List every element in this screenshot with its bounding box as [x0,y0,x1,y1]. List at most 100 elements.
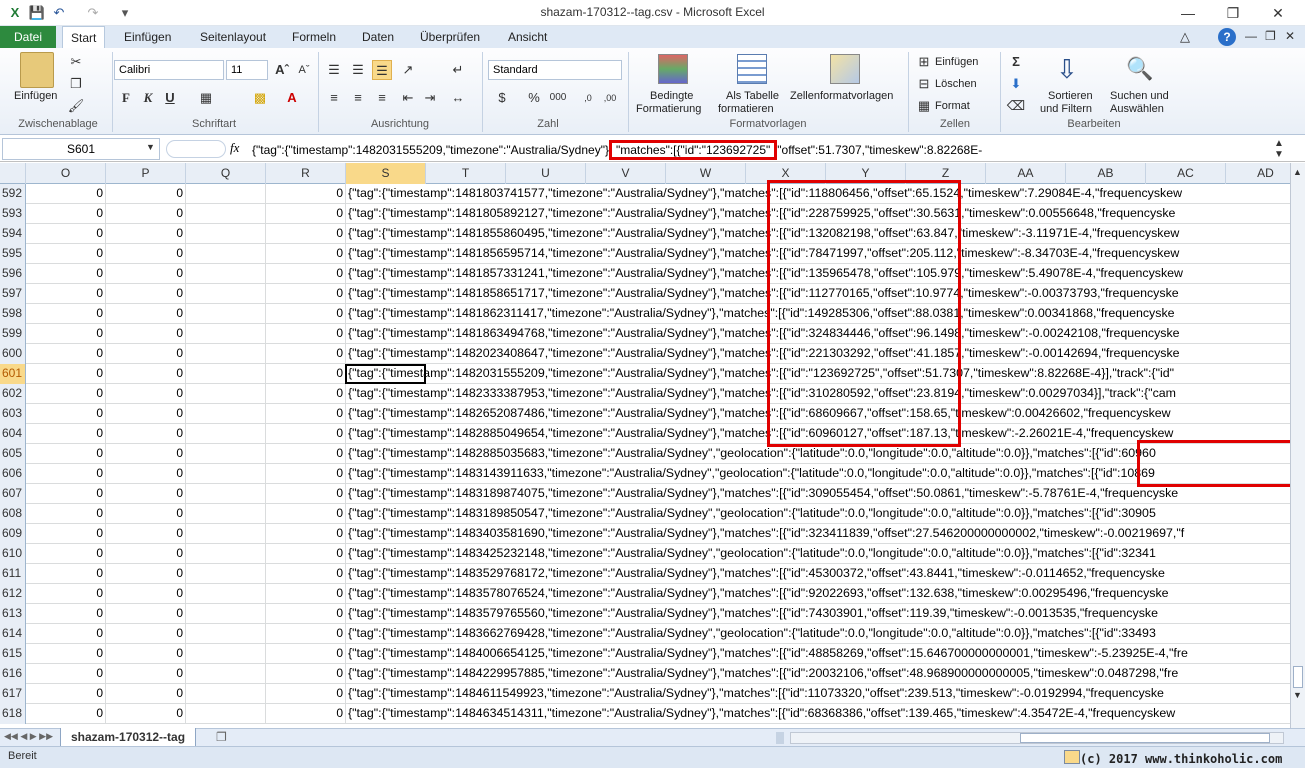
column-header[interactable]: V [586,163,666,184]
cell-r[interactable]: 0 [266,204,346,223]
row-header[interactable]: 597 [0,284,26,304]
cell-o[interactable]: 0 [26,564,106,583]
sort-filter-label-1[interactable]: Sortieren [1048,90,1093,102]
cell-p[interactable]: 0 [106,344,186,363]
select-all-corner[interactable] [0,163,26,184]
format-as-table-icon[interactable] [737,54,767,84]
cell-r[interactable]: 0 [266,224,346,243]
cell-r[interactable]: 0 [266,664,346,683]
cell-p[interactable]: 0 [106,244,186,263]
row-header[interactable]: 611 [0,564,26,584]
shrink-font-icon[interactable]: Aˇ [294,60,314,80]
cell-p[interactable]: 0 [106,204,186,223]
fill-icon[interactable]: ⬇ [1006,74,1026,94]
cell-p[interactable]: 0 [106,684,186,703]
row-header[interactable]: 595 [0,244,26,264]
doc-close-icon[interactable]: ✕ [1285,29,1295,43]
percent-icon[interactable]: % [524,88,544,108]
cell-q[interactable] [186,504,266,523]
cell-s-json[interactable]: {"tag":{"timestamp":1481805892127,"timez… [348,204,1175,223]
decrease-indent-icon[interactable]: ⇤ [398,88,418,108]
column-header[interactable]: T [426,163,506,184]
cell-s-json[interactable]: {"tag":{"timestamp":1482031555209,"timez… [348,364,1174,383]
tab-split-handle[interactable] [776,732,784,744]
cell-p[interactable]: 0 [106,544,186,563]
row-header[interactable]: 596 [0,264,26,284]
cell-s-json[interactable]: {"tag":{"timestamp":1483189850547,"timez… [348,504,1156,523]
row-header[interactable]: 615 [0,644,26,664]
cell-q[interactable] [186,184,266,203]
cell-p[interactable]: 0 [106,184,186,203]
column-header[interactable]: Q [186,163,266,184]
cell-q[interactable] [186,224,266,243]
row-header[interactable]: 594 [0,224,26,244]
cell-p[interactable]: 0 [106,504,186,523]
cell-s-json[interactable]: {"tag":{"timestamp":1482885035683,"timez… [348,444,1156,463]
align-left-icon[interactable]: ≡ [324,88,344,108]
row-header[interactable]: 593 [0,204,26,224]
increase-decimal-icon[interactable]: ,0 [578,88,598,108]
insert-function-button[interactable]: fx [230,140,239,156]
cell-s-json[interactable]: {"tag":{"timestamp":1481857331241,"timez… [348,264,1183,283]
doc-restore-icon[interactable]: ❐ [1265,29,1276,43]
row-header[interactable]: 599 [0,324,26,344]
cell-r[interactable]: 0 [266,364,346,383]
row-header[interactable]: 607 [0,484,26,504]
tab-review[interactable]: Überprüfen [412,26,488,48]
name-box[interactable]: S601 [2,138,160,160]
cell-o[interactable]: 0 [26,524,106,543]
formula-input[interactable]: {"tag":{"timestamp":1482031555209,"timez… [252,140,982,160]
row-header[interactable]: 600 [0,344,26,364]
tab-start[interactable]: Start [62,26,106,48]
scroll-up-icon[interactable]: ▲ [1293,167,1302,177]
cell-r[interactable]: 0 [266,524,346,543]
find-select-icon[interactable]: 🔍 [1126,56,1153,82]
column-header[interactable]: P [106,163,186,184]
cell-o[interactable]: 0 [26,604,106,623]
conditional-formatting-label-1[interactable]: Bedingte [650,90,693,102]
column-header[interactable]: AA [986,163,1066,184]
cell-s-json[interactable]: {"tag":{"timestamp":1481855860495,"timez… [348,224,1179,243]
sort-filter-label-2[interactable]: und Filtern [1040,103,1092,115]
row-header[interactable]: 617 [0,684,26,704]
align-middle-icon[interactable]: ☰ [348,60,368,80]
cell-q[interactable] [186,324,266,343]
cell-r[interactable]: 0 [266,444,346,463]
cell-p[interactable]: 0 [106,584,186,603]
tab-data[interactable]: Daten [354,26,402,48]
cell-s-json[interactable]: {"tag":{"timestamp":1483403581690,"timez… [348,524,1184,543]
cell-q[interactable] [186,244,266,263]
cell-r[interactable]: 0 [266,464,346,483]
cell-p[interactable]: 0 [106,704,186,723]
cell-s-json[interactable]: {"tag":{"timestamp":1481862311417,"timez… [348,304,1175,323]
row-header[interactable]: 606 [0,464,26,484]
cell-r[interactable]: 0 [266,564,346,583]
cell-s-json[interactable]: {"tag":{"timestamp":1483425232148,"timez… [348,544,1156,563]
format-as-table-label-2[interactable]: formatieren [718,103,774,115]
paste-button-label[interactable]: Einfügen [14,90,57,102]
wrap-text-icon[interactable]: ↵ [448,60,468,80]
row-header[interactable]: 612 [0,584,26,604]
cell-p[interactable]: 0 [106,484,186,503]
cell-q[interactable] [186,384,266,403]
cell-p[interactable]: 0 [106,624,186,643]
insert-cells-icon[interactable]: ⊞ [914,52,934,72]
cell-p[interactable]: 0 [106,524,186,543]
cell-r[interactable]: 0 [266,244,346,263]
find-select-label-2[interactable]: Auswählen [1110,103,1164,115]
new-sheet-icon[interactable]: ❐ [216,730,227,744]
decrease-decimal-icon[interactable]: ,00 [600,88,620,108]
increase-indent-icon[interactable]: ⇥ [420,88,440,108]
minimize-button[interactable]: — [1168,2,1208,24]
row-header[interactable]: 618 [0,704,26,724]
cell-o[interactable]: 0 [26,224,106,243]
cell-o[interactable]: 0 [26,544,106,563]
row-header[interactable]: 610 [0,544,26,564]
cell-o[interactable]: 0 [26,304,106,323]
cell-r[interactable]: 0 [266,544,346,563]
cell-o[interactable]: 0 [26,704,106,723]
cell-q[interactable] [186,344,266,363]
cell-r[interactable]: 0 [266,484,346,503]
cell-o[interactable]: 0 [26,284,106,303]
comma-style-icon[interactable]: 000 [548,88,568,108]
